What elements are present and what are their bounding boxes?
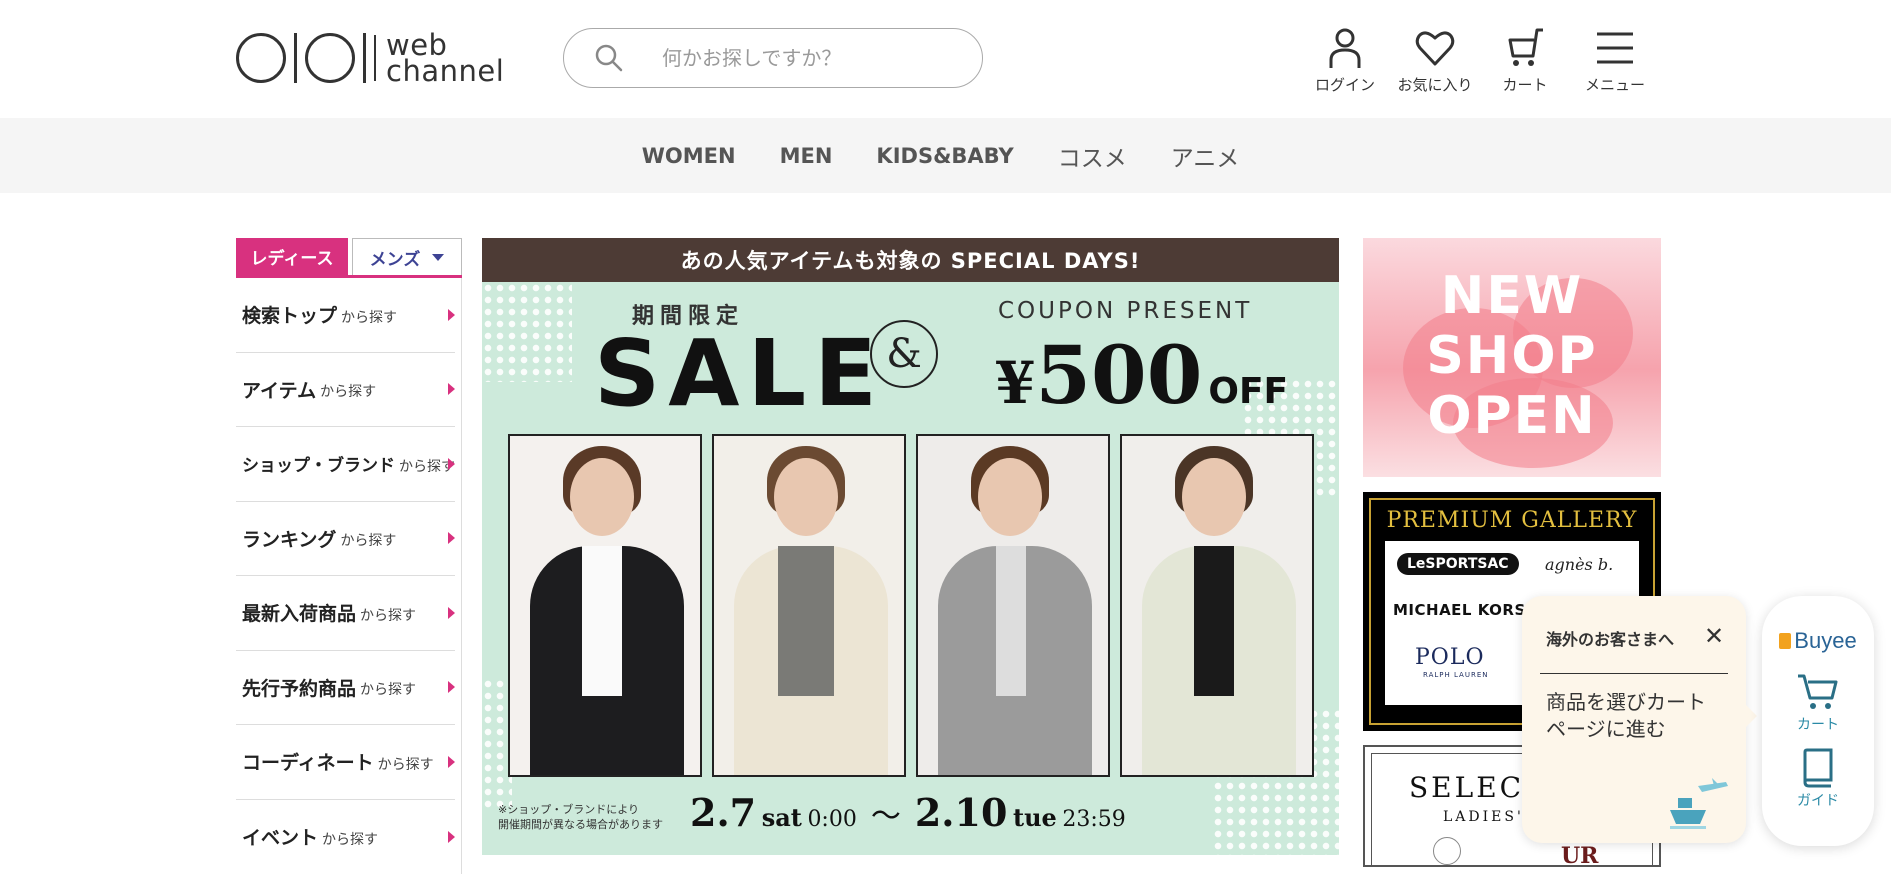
arrow-right-icon — [448, 458, 455, 470]
arrow-right-icon — [448, 532, 455, 544]
book-icon — [1801, 748, 1835, 788]
sidebar: レディース メンズ 検索トップから探す アイテムから探す ショップ・ブランドから… — [236, 238, 462, 874]
tab-mens[interactable]: メンズ — [352, 238, 462, 275]
nav-men[interactable]: MEN — [780, 144, 833, 168]
site-header: web channel ログイン お気に入り — [0, 0, 1891, 118]
sidebar-item-item[interactable]: アイテムから探す — [236, 353, 455, 428]
chevron-down-icon — [432, 254, 444, 261]
emblem-icon — [1433, 837, 1461, 865]
header-icons: ログイン お気に入り カート メニュー — [1300, 26, 1660, 95]
heart-icon — [1413, 26, 1457, 70]
arrow-right-icon — [448, 309, 455, 321]
sidebar-item-event[interactable]: イベントから探す — [236, 800, 455, 874]
model-photo — [508, 434, 702, 777]
arrow-right-icon — [448, 831, 455, 843]
nav-kids-baby[interactable]: KIDS&BABY — [876, 144, 1013, 168]
nav-cosme[interactable]: コスメ — [1058, 139, 1127, 173]
sidebar-item-search-top[interactable]: 検索トップから探す — [236, 278, 455, 353]
brand-polo: POLO — [1415, 645, 1484, 670]
sidebar-item-coordinate[interactable]: コーディネートから探す — [236, 725, 455, 800]
arrow-right-icon — [448, 383, 455, 395]
cart-icon — [1796, 672, 1840, 712]
site-logo[interactable]: web channel — [236, 30, 504, 86]
arrow-right-icon — [448, 681, 455, 693]
sidebar-item-new-arrivals[interactable]: 最新入荷商品から探す — [236, 576, 455, 651]
banner-note: ※ショップ・ブランドにより開催期間が異なる場合があります — [498, 802, 663, 832]
bag-icon — [1779, 633, 1791, 649]
close-icon[interactable]: ✕ — [1704, 624, 1724, 648]
model-photo — [916, 434, 1110, 777]
category-nav: WOMEN MEN KIDS&BABY コスメ アニメ — [0, 118, 1891, 193]
user-icon — [1323, 26, 1367, 70]
overseas-customer-popup: 海外のお客さまへ ✕ 商品を選びカート ページに進む — [1522, 596, 1746, 843]
brand-ralph-lauren: RALPH LAUREN — [1423, 671, 1488, 679]
buyee-widget: Buyee カート ガイド — [1762, 596, 1874, 846]
brand-agnes-b: agnès b. — [1545, 555, 1613, 574]
sale-banner[interactable]: あの人気アイテムも対象の SPECIAL DAYS! 期間限定 SALE & C… — [482, 238, 1339, 855]
premium-gallery-title: PREMIUM GALLERY — [1377, 508, 1647, 533]
banner-amp: & — [870, 320, 938, 388]
menu-button[interactable]: メニュー — [1570, 26, 1660, 95]
banner-top-text: あの人気アイテムも対象の SPECIAL DAYS! — [482, 238, 1339, 282]
banner-dates: 2.7 sat 0:00～2.10 tue 23:59 — [690, 790, 1126, 835]
model-photo — [712, 434, 906, 777]
nav-women[interactable]: WOMEN — [642, 144, 736, 168]
banner-coupon-label: COUPON PRESENT — [998, 298, 1252, 324]
favorites-button[interactable]: お気に入り — [1390, 26, 1480, 95]
new-shop-open-banner[interactable]: NEW SHOP OPEN — [1363, 238, 1661, 477]
ship-plane-icon — [1668, 776, 1732, 832]
popup-title: 海外のお客さまへ — [1546, 626, 1674, 650]
cart-button[interactable]: カート — [1480, 26, 1570, 95]
sidebar-item-ranking[interactable]: ランキングから探す — [236, 502, 455, 577]
banner-sale-text: SALE — [594, 320, 885, 427]
logo-text: web channel — [386, 32, 504, 84]
menu-icon — [1593, 26, 1637, 70]
search-box[interactable] — [563, 28, 983, 88]
oioi-logo-mark — [236, 33, 366, 83]
arrow-right-icon — [448, 607, 455, 619]
model-photo — [1120, 434, 1314, 777]
popup-message: 商品を選びカート ページに進む — [1546, 689, 1706, 743]
sidebar-item-preorder[interactable]: 先行予約商品から探す — [236, 651, 455, 726]
search-input[interactable] — [662, 46, 962, 70]
cart-icon — [1503, 26, 1547, 70]
tab-ladies[interactable]: レディース — [236, 238, 348, 275]
arrow-right-icon — [448, 756, 455, 768]
brand-lesportsac: LeSPORTSAC — [1397, 553, 1519, 575]
sidebar-nav: 検索トップから探す アイテムから探す ショップ・ブランドから探す ランキングから… — [236, 278, 462, 874]
buyee-logo[interactable]: Buyee — [1779, 628, 1856, 654]
buyee-guide-button[interactable]: ガイド — [1797, 748, 1839, 810]
model-photos — [508, 434, 1314, 777]
banner-coupon-amount: ¥500OFF — [995, 328, 1288, 422]
buyee-cart-button[interactable]: カート — [1796, 672, 1840, 734]
login-button[interactable]: ログイン — [1300, 26, 1390, 95]
brand-michael-kors: MICHAEL KORS — [1393, 601, 1526, 619]
sidebar-item-shop-brand[interactable]: ショップ・ブランドから探す — [236, 427, 455, 502]
gender-tabs: レディース メンズ — [236, 238, 462, 278]
search-icon — [594, 43, 624, 73]
nav-anime[interactable]: アニメ — [1171, 139, 1240, 173]
